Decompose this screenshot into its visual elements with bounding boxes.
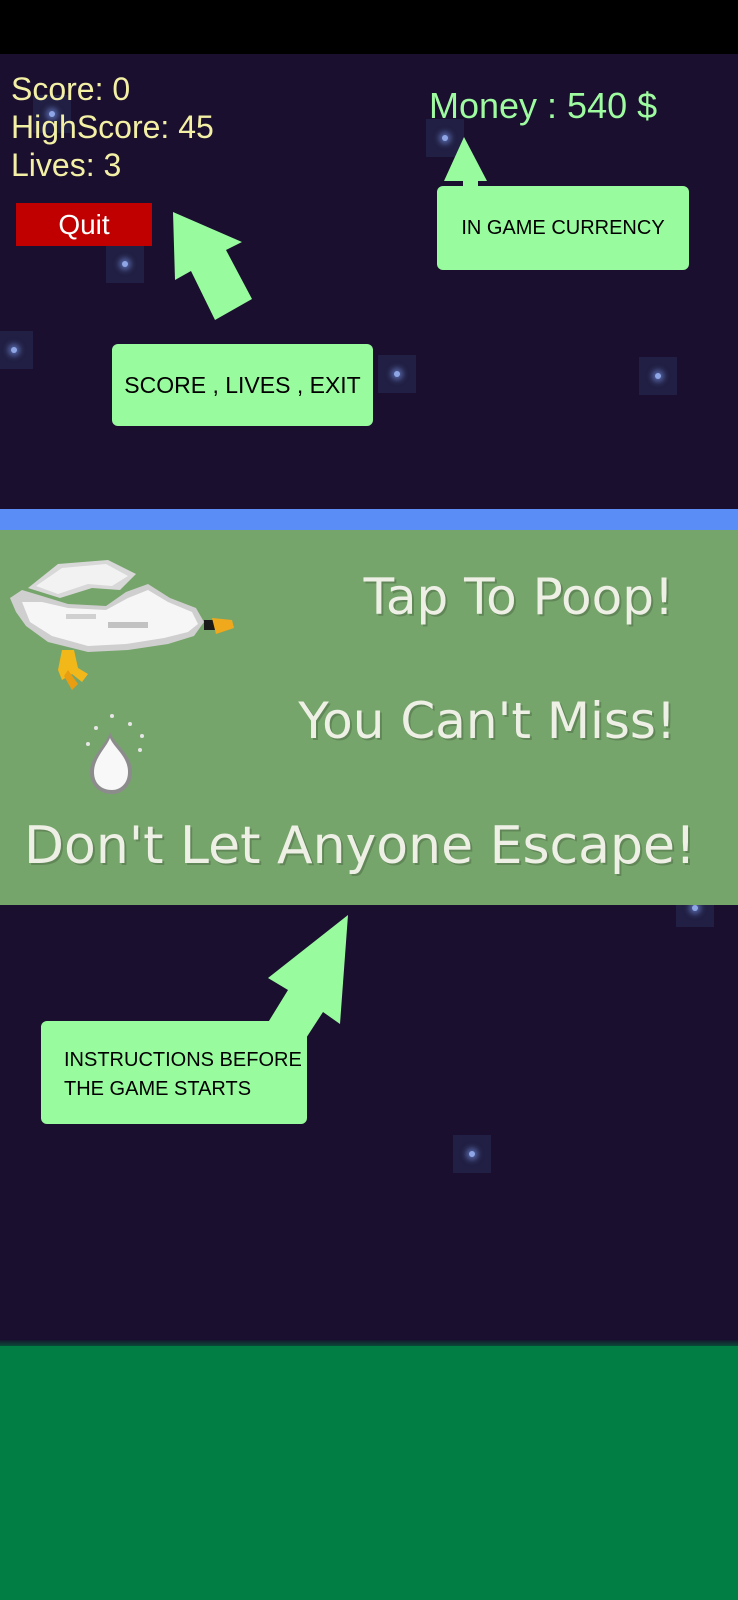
instructions-callout: INSTRUCTIONS BEFORE THE GAME STARTS (41, 1021, 307, 1124)
banner-top-stripe (0, 509, 738, 530)
instructions-callout-line1: INSTRUCTIONS BEFORE (64, 1049, 302, 1071)
poop-drop-icon (86, 714, 144, 794)
banner-tap-to-poop: Tap To Poop! (363, 568, 674, 626)
instructions-banner[interactable]: Tap To Poop! You Can't Miss! Don't Let A… (0, 530, 738, 905)
game-screen[interactable]: Score: 0 HighScore: 45 Lives: 3 Quit Mon… (0, 0, 738, 1600)
pixel-seagull-icon (10, 560, 234, 690)
score-callout: SCORE , LIVES , EXIT (112, 344, 373, 426)
currency-callout: IN GAME CURRENCY (437, 186, 689, 270)
banner-dont-let-anyone-escape: Don't Let Anyone Escape! (24, 816, 696, 876)
instructions-callout-line2: THE GAME STARTS (64, 1078, 252, 1100)
arrow-to-score-panel (173, 212, 252, 320)
banner-you-cant-miss: You Can't Miss! (298, 692, 676, 750)
arrow-to-money (444, 137, 487, 192)
